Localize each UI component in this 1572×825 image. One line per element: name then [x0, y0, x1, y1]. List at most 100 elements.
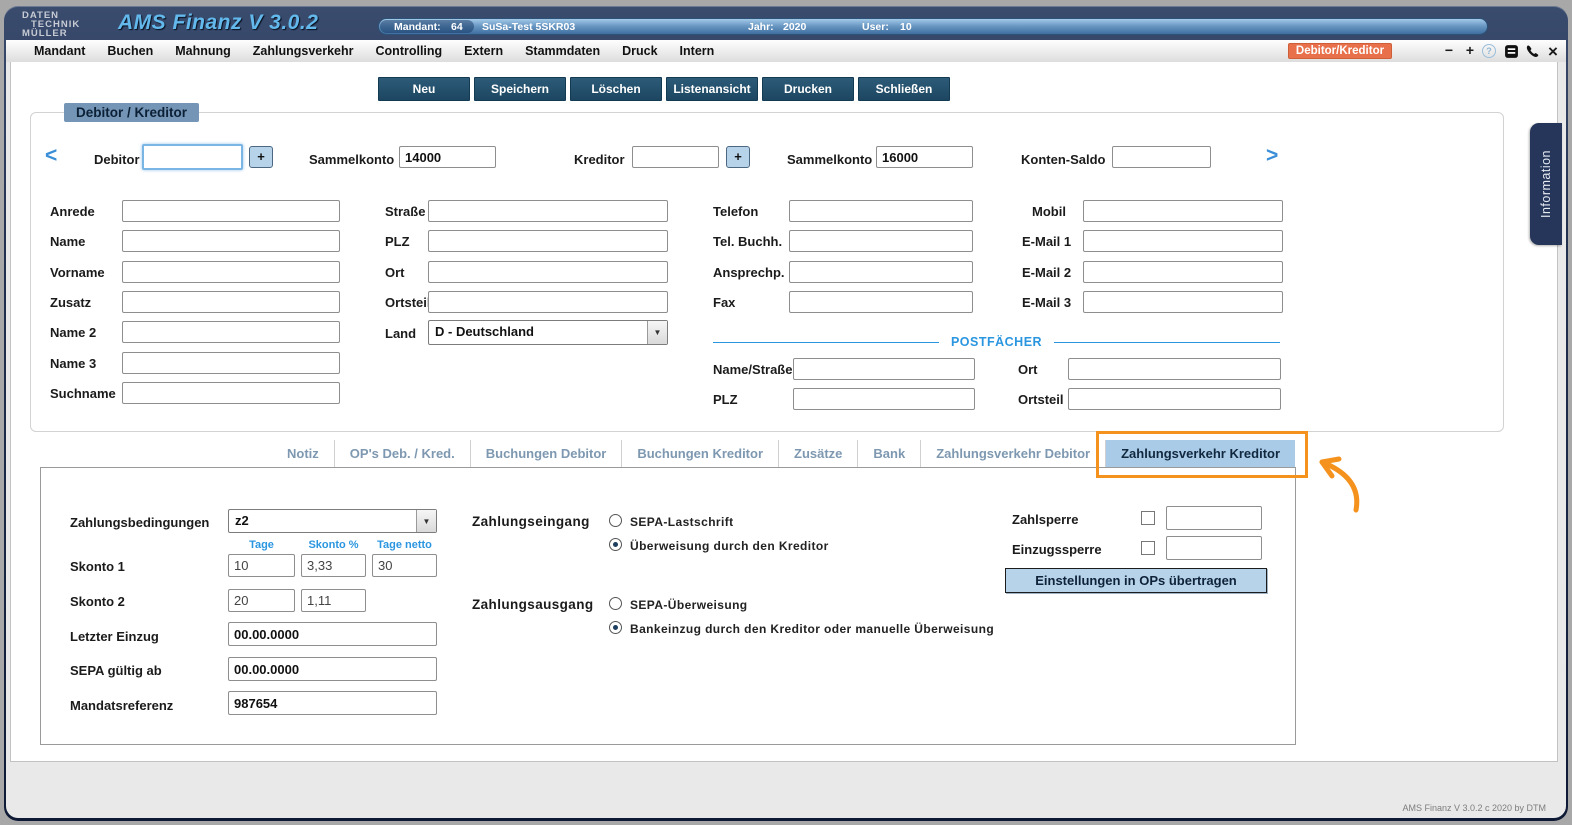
strasse-input[interactable]	[428, 200, 668, 222]
ueberweisung-kreditor-label: Überweisung durch den Kreditor	[630, 539, 829, 553]
tab-buchungen-kreditor[interactable]: Buchungen Kreditor	[622, 440, 780, 467]
menu-buchen[interactable]: Buchen	[96, 44, 164, 58]
anrede-input[interactable]	[122, 200, 340, 222]
pf-ortsteil-input[interactable]	[1068, 388, 1281, 410]
menu-druck[interactable]: Druck	[611, 44, 668, 58]
maximize-button[interactable]: +	[1462, 42, 1478, 60]
prev-record-icon[interactable]: <	[45, 145, 57, 167]
fax-label: Fax	[713, 295, 736, 310]
tab-zahlungsverkehr-kreditor[interactable]: Zahlungsverkehr Kreditor	[1106, 440, 1296, 467]
phone-icon[interactable]	[1525, 44, 1540, 59]
sepa-lastschrift-label: SEPA-Lastschrift	[630, 515, 734, 529]
land-dropdown[interactable]: D - Deutschland ▼	[428, 320, 668, 345]
neu-button[interactable]: Neu	[378, 77, 470, 101]
bankeinzug-radio[interactable]	[609, 621, 622, 634]
menu-zahlungsverkehr[interactable]: Zahlungsverkehr	[242, 44, 365, 58]
suchname-input[interactable]	[122, 382, 340, 404]
pf-ort-label: Ort	[1018, 362, 1038, 377]
name2-input[interactable]	[122, 321, 340, 343]
menu-extern[interactable]: Extern	[453, 44, 514, 58]
telefon-input[interactable]	[789, 200, 973, 222]
skonto-prozent-header: Skonto %	[308, 539, 359, 551]
mandatsreferenz-input[interactable]	[228, 691, 437, 715]
pf-ortsteil-label: Ortsteil	[1018, 392, 1064, 407]
sammelkonto-kreditor-input[interactable]	[876, 146, 973, 168]
zahlungseingang-label: Zahlungseingang	[472, 514, 590, 529]
zahlungsbedingungen-arrow-icon[interactable]: ▼	[416, 510, 436, 532]
ort-input[interactable]	[428, 261, 668, 283]
zahlsperre-input[interactable]	[1166, 506, 1262, 530]
listenansicht-button[interactable]: Listenansicht	[666, 77, 758, 101]
ortsteil-input[interactable]	[428, 291, 668, 313]
einzugssperre-input[interactable]	[1166, 536, 1262, 560]
email1-input[interactable]	[1083, 230, 1283, 252]
sepa-lastschrift-radio[interactable]	[609, 514, 622, 527]
sammelkonto-debitor-input[interactable]	[399, 146, 496, 168]
konten-saldo-input[interactable]	[1112, 146, 1211, 168]
skonto2-prozent-input[interactable]	[301, 589, 366, 612]
tel-buchh-input[interactable]	[789, 230, 973, 252]
menu-controlling[interactable]: Controlling	[365, 44, 454, 58]
tab-zahlungsverkehr-debitor[interactable]: Zahlungsverkehr Debitor	[921, 440, 1107, 467]
fax-input[interactable]	[789, 291, 973, 313]
tab-ops-deb-kred[interactable]: OP's Deb. / Kred.	[335, 440, 471, 467]
zahlsperre-checkbox[interactable]	[1141, 511, 1155, 525]
vorname-input[interactable]	[122, 261, 340, 283]
information-side-tab[interactable]: Information	[1530, 123, 1562, 245]
name-input[interactable]	[122, 230, 340, 252]
menu-stammdaten[interactable]: Stammdaten	[514, 44, 611, 58]
schliessen-button[interactable]: Schließen	[858, 77, 950, 101]
next-record-icon[interactable]: >	[1266, 145, 1278, 167]
tab-notiz[interactable]: Notiz	[272, 440, 335, 467]
add-kreditor-button[interactable]: +	[726, 146, 750, 168]
pf-ort-input[interactable]	[1068, 358, 1281, 380]
tage-netto-header: Tage netto	[377, 539, 432, 551]
tab-zusaetze[interactable]: Zusätze	[779, 440, 859, 467]
skonto1-prozent-input[interactable]	[301, 554, 366, 577]
notes-icon[interactable]	[1504, 44, 1519, 59]
skonto1-tage-input[interactable]	[228, 554, 295, 577]
pf-plz-input[interactable]	[793, 388, 975, 410]
skonto2-tage-input[interactable]	[228, 589, 295, 612]
email2-input[interactable]	[1083, 261, 1283, 283]
help-icon[interactable]: ?	[1482, 44, 1496, 58]
debitor-input[interactable]	[142, 144, 243, 170]
einzugssperre-checkbox[interactable]	[1141, 541, 1155, 555]
land-dropdown-arrow-icon[interactable]: ▼	[647, 321, 667, 344]
plz-input[interactable]	[428, 230, 668, 252]
menu-mahnung[interactable]: Mahnung	[164, 44, 242, 58]
kreditor-label: Kreditor	[574, 152, 625, 167]
kreditor-input[interactable]	[632, 146, 719, 168]
menu-mandant[interactable]: Mandant	[23, 44, 96, 58]
drucken-button[interactable]: Drucken	[762, 77, 854, 101]
tab-buchungen-debitor[interactable]: Buchungen Debitor	[471, 440, 623, 467]
skonto2-label: Skonto 2	[70, 594, 125, 609]
pf-name-strasse-input[interactable]	[793, 358, 975, 380]
sammelkonto-debitor-label: Sammelkonto	[309, 152, 395, 167]
close-icon[interactable]: ×	[1545, 42, 1561, 61]
letzter-einzug-input[interactable]	[228, 622, 437, 646]
ansprechp-input[interactable]	[789, 261, 973, 283]
add-debitor-button[interactable]: +	[249, 146, 273, 168]
mobil-input[interactable]	[1083, 200, 1283, 222]
menu-intern[interactable]: Intern	[669, 44, 726, 58]
email3-input[interactable]	[1083, 291, 1283, 313]
ueberweisung-kreditor-radio[interactable]	[609, 538, 622, 551]
telefon-label: Telefon	[713, 204, 759, 219]
zusatz-input[interactable]	[122, 291, 340, 313]
sepa-ueberweisung-radio[interactable]	[609, 597, 622, 610]
transfer-ops-button[interactable]: Einstellungen in OPs übertragen	[1005, 568, 1267, 593]
loeschen-button[interactable]: Löschen	[570, 77, 662, 101]
name2-label: Name 2	[50, 325, 97, 340]
name3-input[interactable]	[122, 352, 340, 374]
zahlsperre-label: Zahlsperre	[1012, 512, 1079, 527]
speichern-button[interactable]: Speichern	[474, 77, 566, 101]
tab-bank[interactable]: Bank	[858, 440, 922, 467]
postfaecher-divider: POSTFÄCHER	[713, 335, 1280, 349]
footer-copyright: AMS Finanz V 3.0.2 c 2020 by DTM	[1402, 803, 1546, 813]
zahlungsbedingungen-dropdown[interactable]: z2 ▼	[228, 509, 437, 533]
zahlungsbedingungen-label: Zahlungsbedingungen	[70, 515, 210, 530]
sepa-gueltig-input[interactable]	[228, 657, 437, 681]
skonto1-tage-netto-input[interactable]	[372, 554, 437, 577]
minimize-button[interactable]: −	[1441, 42, 1457, 60]
